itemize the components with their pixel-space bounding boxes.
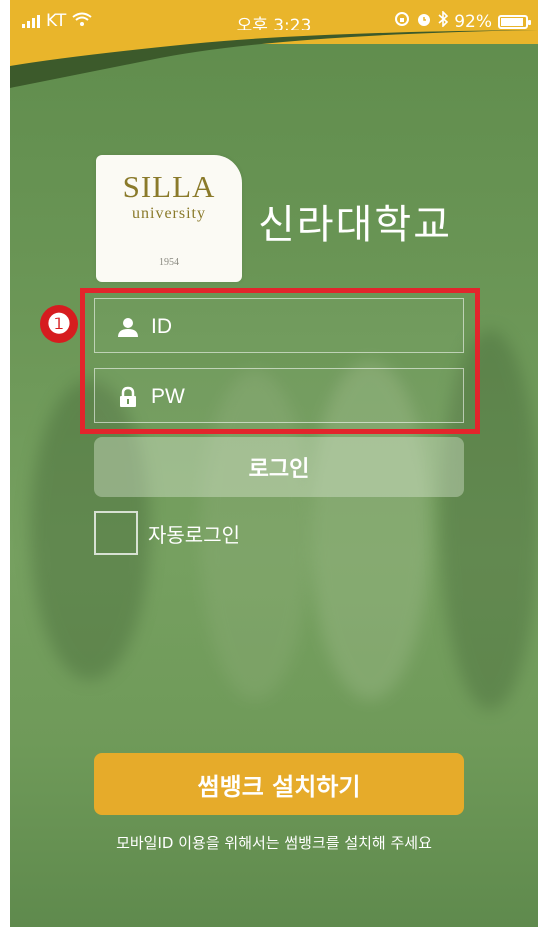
- logo-silla-text: SILLA: [122, 169, 216, 204]
- university-name: 신라대학교: [258, 202, 452, 248]
- login-button[interactable]: 로그인: [94, 437, 464, 497]
- logo-university-text: university: [132, 205, 206, 222]
- university-logo: SILLA university 1954: [96, 155, 242, 282]
- logo-year-text: 1954: [159, 257, 179, 268]
- auto-login-label[interactable]: 자동로그인: [148, 519, 240, 548]
- annotation-highlight-box: [80, 288, 480, 434]
- install-thumbbank-button[interactable]: 썸뱅크 설치하기: [94, 753, 464, 815]
- auto-login-row[interactable]: 자동로그인: [94, 510, 240, 556]
- app-screen: KT 오후 3:23 92% SILLA university 1954 신라대…: [10, 0, 538, 927]
- annotation-marker: ❶: [40, 305, 78, 343]
- orientation-lock-icon: [394, 11, 410, 32]
- status-right: 92%: [394, 10, 531, 32]
- install-notice: 모바일ID 이용을 위해서는 썸뱅크를 설치해 주세요: [116, 834, 432, 852]
- battery-icon: [498, 14, 531, 29]
- header-swoosh: [10, 30, 538, 88]
- battery-percent: 92%: [454, 11, 492, 32]
- auto-login-checkbox[interactable]: [94, 511, 138, 555]
- alarm-icon: [416, 11, 432, 32]
- bluetooth-icon: [438, 10, 449, 32]
